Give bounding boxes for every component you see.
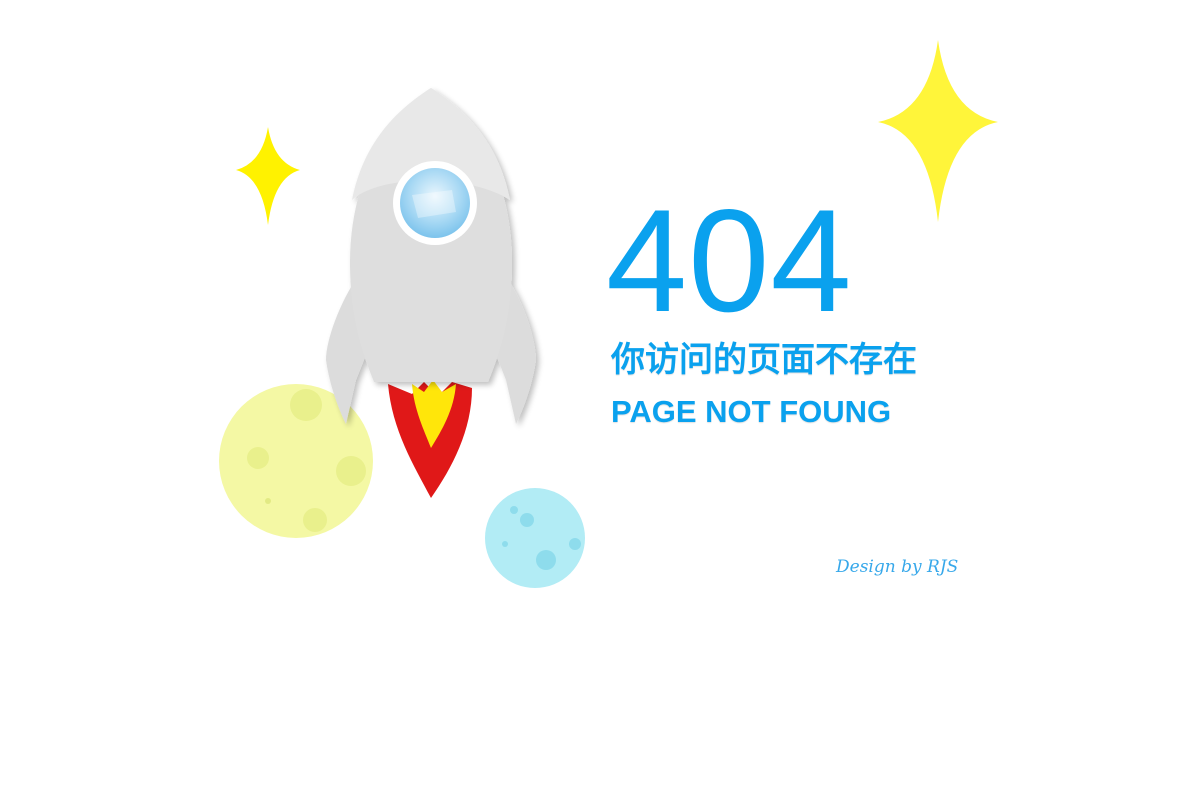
error-message-cn: 你访问的页面不存在 <box>611 340 917 380</box>
illustration <box>219 40 998 588</box>
error-message-en: PAGE NOT FOUNG <box>611 394 892 429</box>
yellow-planet-icon <box>219 384 373 538</box>
large-star-icon <box>878 40 998 222</box>
small-star-icon <box>236 127 300 225</box>
error-code: 404 <box>606 179 853 342</box>
blue-planet-icon <box>485 488 585 588</box>
rocket-flame-icon <box>388 380 472 498</box>
rocket-icon <box>326 88 536 424</box>
design-credit: Design by RJS <box>836 557 959 577</box>
